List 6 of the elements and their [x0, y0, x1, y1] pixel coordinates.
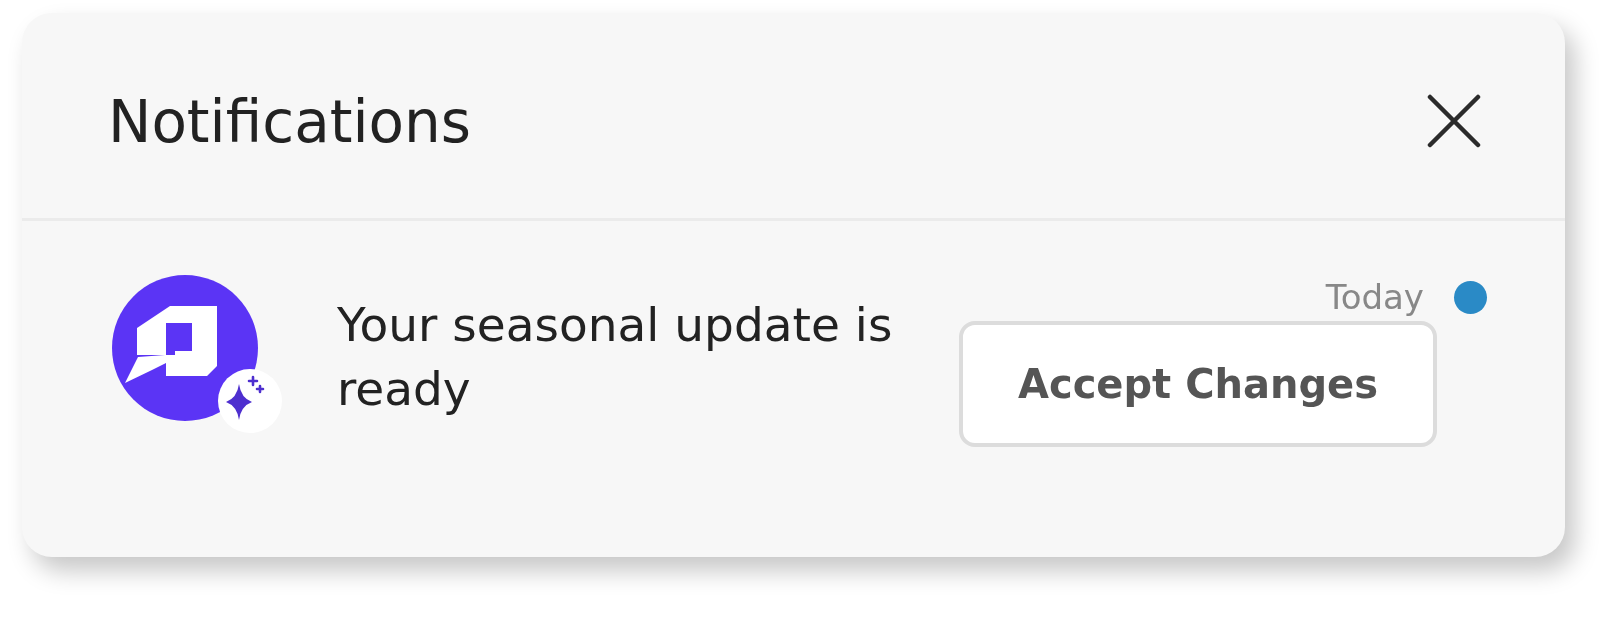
notification-message: Your seasonal update is ready: [337, 296, 894, 418]
panel-title: Notifications: [108, 86, 471, 156]
accept-changes-button[interactable]: Accept Changes: [959, 321, 1437, 447]
app-logo-icon: [110, 273, 285, 433]
notification-time: Today: [1325, 277, 1424, 317]
close-icon[interactable]: [1427, 93, 1481, 148]
